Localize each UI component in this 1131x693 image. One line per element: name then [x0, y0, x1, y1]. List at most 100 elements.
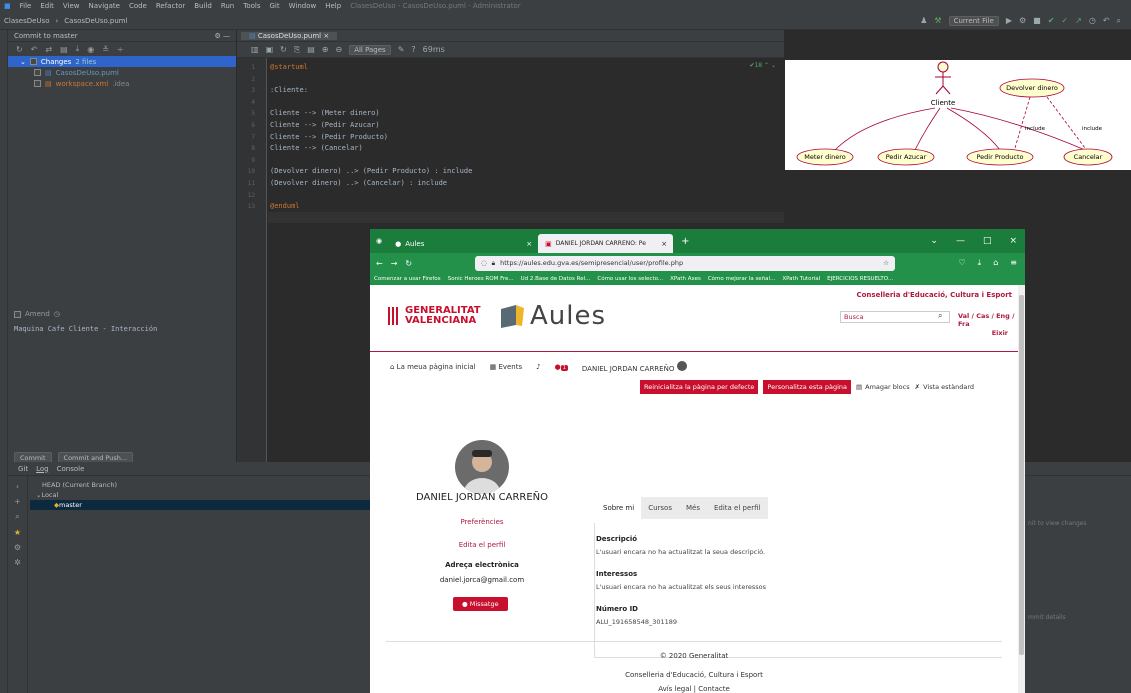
close-tab-icon[interactable]: × — [526, 240, 532, 248]
zoom-in-icon[interactable]: ⊕ — [322, 45, 329, 54]
search-icon[interactable]: ⌕ — [938, 311, 942, 321]
page-scrollbar[interactable] — [1018, 285, 1025, 693]
git-commit-icon[interactable]: ✓ — [1061, 16, 1068, 26]
language-selector[interactable]: Val / Cas / Eng / Fra — [958, 312, 1018, 328]
preview-icon[interactable]: ▣ — [266, 45, 274, 54]
menu-code[interactable]: Code — [129, 2, 147, 10]
rollback-icon[interactable]: ↶ — [31, 45, 38, 54]
run-icon[interactable]: ▶ — [1006, 16, 1012, 26]
code-text[interactable]: @startuml :Cliente: Cliente --> (Meter d… — [270, 62, 472, 213]
forward-icon[interactable]: → — [391, 259, 398, 268]
eye-icon[interactable]: ◉ — [87, 45, 94, 54]
menu-view[interactable]: View — [63, 2, 80, 10]
bookmark-item[interactable]: Sonic Heroes ROM Fre... — [448, 276, 514, 282]
changed-file-row[interactable]: ▤ CasosDeUso.puml — [8, 67, 236, 78]
help-icon[interactable]: ? — [411, 45, 415, 54]
menu-file[interactable]: File — [20, 2, 32, 10]
layout-icon[interactable]: ▥ — [251, 45, 259, 54]
edit-profile-link[interactable]: Edita el perfil — [412, 541, 552, 549]
branch-master[interactable]: ◆ master — [30, 500, 375, 510]
menu-run[interactable]: Run — [221, 2, 234, 10]
menu-icon[interactable]: ≡ — [1010, 258, 1017, 268]
maximize-icon[interactable]: □ — [983, 236, 992, 246]
expand-icon[interactable]: ≚ — [102, 45, 109, 54]
preferences-link[interactable]: Preferències — [412, 518, 552, 526]
amend-checkbox[interactable] — [14, 310, 21, 318]
file-checkbox[interactable] — [34, 69, 41, 76]
local-node[interactable]: ⌄ Local — [30, 490, 375, 500]
star-icon[interactable]: ★ — [14, 528, 21, 537]
refresh-icon[interactable]: ↻ — [280, 45, 287, 54]
stop-icon[interactable]: ■ — [1033, 16, 1041, 26]
add-icon[interactable]: + — [14, 497, 21, 506]
messages-button[interactable]: ● 1 — [555, 363, 568, 371]
bookmark-item[interactable]: Cómo mejorar la señal... — [708, 276, 775, 282]
firefox-view-icon[interactable]: ◉ — [370, 237, 388, 245]
zoom-out-icon[interactable]: ⊖ — [336, 45, 343, 54]
commit-message-field[interactable]: Maquina Cafe Cliente - Interacción — [14, 325, 157, 333]
list-tabs-icon[interactable]: ⌄ — [930, 236, 938, 246]
inspection-widget[interactable]: ✔18 ⌃ ⌄ — [749, 62, 776, 69]
shelve-icon[interactable]: ▤ — [60, 45, 68, 54]
generalitat-logo[interactable]: GENERALITAT VALENCIANA — [386, 305, 481, 327]
chevron-left-icon[interactable]: ‹ — [16, 482, 19, 491]
nav-events[interactable]: ▦ Events — [490, 363, 523, 371]
menu-window[interactable]: Window — [289, 2, 317, 10]
user-menu[interactable]: DANIEL JORDAN CARREÑO — [582, 361, 687, 373]
downloads-icon[interactable]: ⤓ — [978, 258, 982, 268]
console-tab[interactable]: Console — [57, 465, 85, 473]
changed-file-row[interactable]: ▤ workspace.xml .idea — [8, 78, 236, 89]
tab-more[interactable]: Més — [678, 497, 707, 519]
menu-build[interactable]: Build — [194, 2, 212, 10]
download-icon[interactable]: ⤓ — [76, 44, 80, 54]
rollback-icon[interactable]: ↶ — [1103, 16, 1110, 26]
menu-refactor[interactable]: Refactor — [156, 2, 185, 10]
browser-tab[interactable]: ● Aules × — [388, 234, 538, 253]
log-tab[interactable]: Log — [36, 465, 49, 473]
aules-logo[interactable]: Aules — [498, 301, 606, 331]
bookmark-star-icon[interactable]: ☆ — [883, 259, 889, 267]
history-icon[interactable]: ◷ — [54, 310, 60, 318]
amend-option[interactable]: Amend ◷ — [14, 310, 60, 318]
new-tab-icon[interactable]: + — [673, 236, 697, 247]
breadcrumb-file[interactable]: CasosDeUso.puml — [64, 17, 127, 25]
pocket-icon[interactable]: ♡ — [959, 258, 966, 268]
menu-git[interactable]: Git — [270, 2, 280, 10]
file-checkbox[interactable] — [34, 80, 41, 87]
breadcrumb-project[interactable]: ClasesDeUso — [4, 17, 49, 25]
user-icon[interactable]: ♟ — [920, 16, 927, 26]
extensions-icon[interactable]: ⌂ — [993, 258, 998, 268]
copy-icon[interactable]: ⎘ — [294, 45, 300, 55]
logout-link[interactable]: Eixir — [992, 329, 1008, 337]
changes-node[interactable]: ⌄ Changes 2 files — [8, 56, 236, 67]
git-tab[interactable]: Git — [18, 465, 28, 473]
url-bar[interactable]: ◌ 🔒︎ https://aules.edu.gva.es/semipresen… — [475, 255, 895, 271]
debug-icon[interactable]: ⚙ — [1019, 16, 1026, 26]
pages-select[interactable]: All Pages — [349, 44, 391, 55]
browser-tab-active[interactable]: ▣ DANIEL JORDAN CARREÑO: Pe × — [538, 234, 674, 253]
save-icon[interactable]: ▤ — [307, 45, 315, 54]
standard-view-button[interactable]: ✗ Vista estàndard — [915, 383, 974, 391]
run-config-select[interactable]: Current File — [948, 15, 999, 26]
bookmark-item[interactable]: Cómo usar los selecto... — [597, 276, 663, 282]
git-push-icon[interactable]: ↗ — [1075, 16, 1082, 26]
bookmark-item[interactable]: Comenzar a usar Firefox — [374, 276, 441, 282]
editor-tab[interactable]: ▤ CasosDeUso.puml × — [241, 31, 338, 40]
refresh-icon[interactable]: ↻ — [16, 45, 23, 54]
tab-courses[interactable]: Cursos — [641, 497, 679, 519]
history-icon[interactable]: ◷ — [1089, 16, 1096, 26]
close-tab-icon[interactable]: × — [661, 240, 667, 248]
email-value[interactable]: daniel.jorca@gmail.com — [412, 576, 552, 584]
customize-page-button[interactable]: Personalitza esta pàgina — [763, 380, 851, 394]
scrollbar-thumb[interactable] — [1019, 295, 1024, 655]
menu-tools[interactable]: Tools — [243, 2, 260, 10]
changes-checkbox[interactable] — [29, 58, 37, 65]
back-icon[interactable]: ← — [376, 259, 383, 268]
search-input[interactable]: Busca — [840, 311, 950, 323]
collapse-icon[interactable]: ÷ — [117, 45, 124, 54]
reset-page-button[interactable]: Reinicialitza la pàgina per defecte — [640, 380, 759, 394]
diff-icon[interactable]: ⇄ — [45, 45, 52, 54]
bell-icon[interactable]: ♪ — [536, 363, 540, 371]
head-node[interactable]: HEAD (Current Branch) — [30, 480, 375, 490]
hammer-icon[interactable]: ⚒ — [934, 16, 941, 26]
